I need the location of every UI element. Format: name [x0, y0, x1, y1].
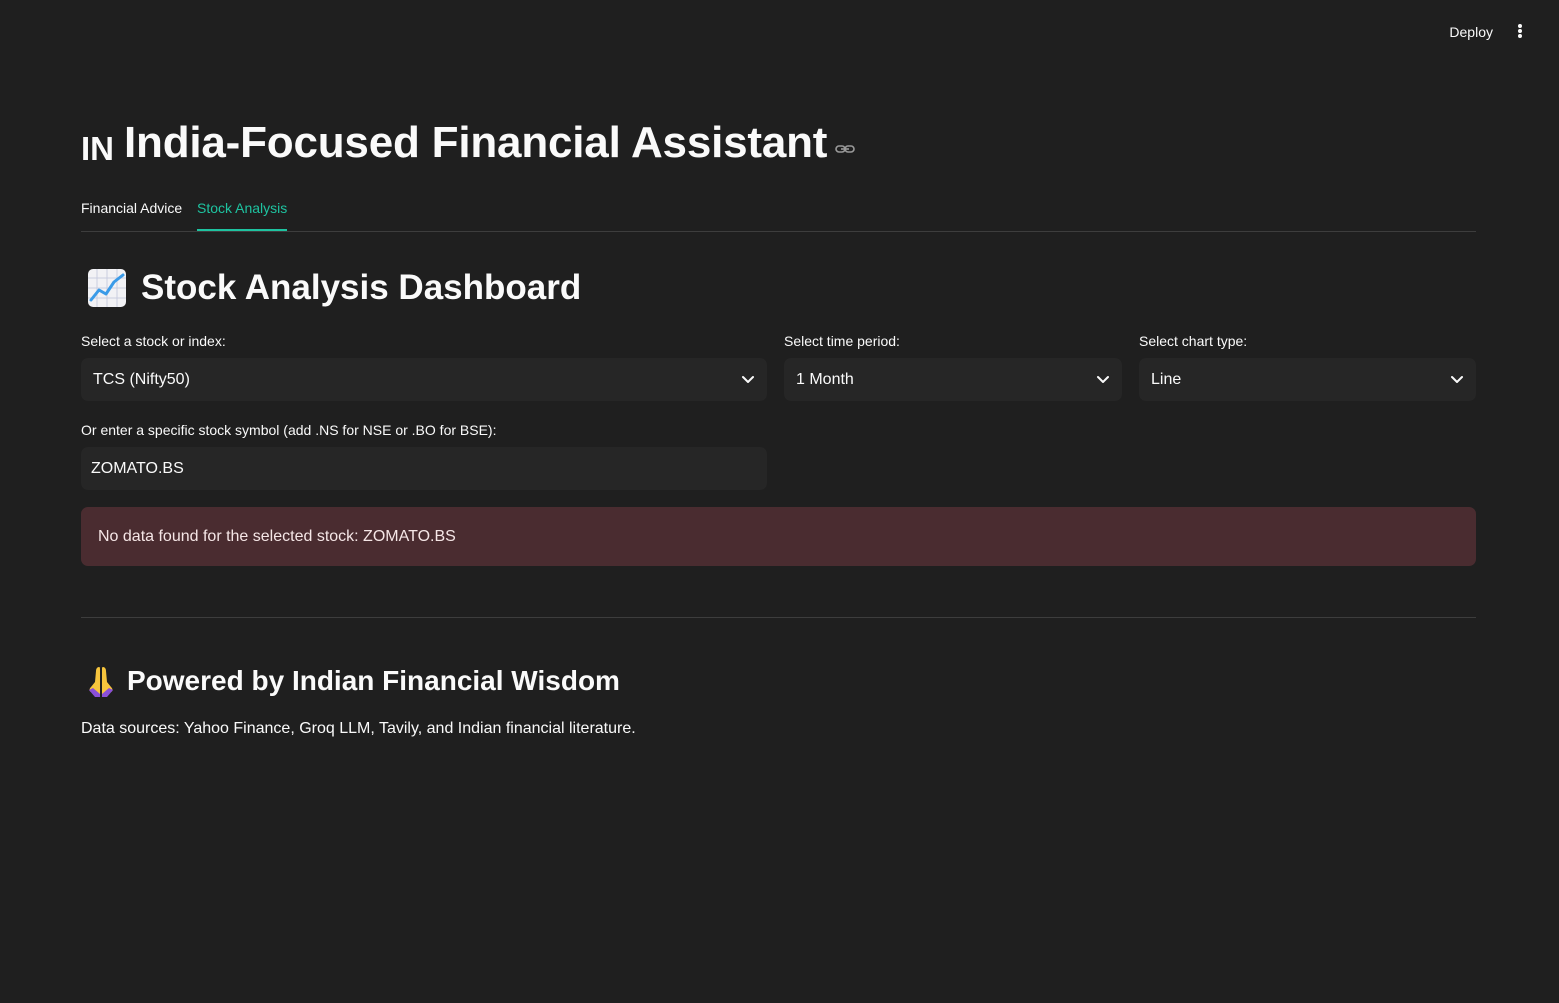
- powered-by-title: Powered by Indian Financial Wisdom: [127, 665, 620, 696]
- error-message: No data found for the selected stock: ZO…: [98, 527, 456, 545]
- tab-stock-analysis[interactable]: Stock Analysis: [197, 200, 288, 231]
- dashboard-heading: Stock Analysis Dashboard: [87, 268, 581, 308]
- stock-select-value: TCS (Nifty50): [93, 370, 190, 388]
- top-toolbar: Deploy: [0, 0, 1559, 60]
- link-icon[interactable]: [835, 142, 856, 156]
- chart-increasing-icon: [88, 269, 126, 307]
- symbol-input[interactable]: ZOMATO.BS: [81, 447, 767, 490]
- kebab-menu-icon[interactable]: [1511, 20, 1529, 42]
- chart-type-select-value: Line: [1151, 370, 1182, 388]
- divider: [81, 617, 1476, 618]
- stock-select-label: Select a stock or index:: [81, 333, 226, 349]
- page-title: India-Focused Financial Assistant: [124, 118, 828, 167]
- chevron-down-icon: [1451, 375, 1463, 383]
- period-select-label: Select time period:: [784, 333, 900, 349]
- india-flag-icon: IN: [81, 129, 114, 167]
- error-alert: No data found for the selected stock: ZO…: [81, 507, 1476, 566]
- chevron-down-icon: [742, 375, 754, 383]
- data-sources-text: Data sources: Yahoo Finance, Groq LLM, T…: [81, 720, 636, 737]
- tab-financial-advice[interactable]: Financial Advice: [81, 200, 182, 229]
- chart-type-select[interactable]: Line: [1139, 358, 1476, 401]
- chart-type-select-label: Select chart type:: [1139, 333, 1248, 349]
- powered-by-heading: Powered by Indian Financial Wisdom: [85, 664, 620, 698]
- period-select[interactable]: 1 Month: [784, 358, 1122, 401]
- deploy-button[interactable]: Deploy: [1443, 20, 1499, 44]
- folded-hands-icon: [89, 667, 113, 697]
- page-title-row: IN India-Focused Financial Assistant: [81, 118, 856, 168]
- dashboard-title: Stock Analysis Dashboard: [141, 268, 582, 307]
- chevron-down-icon: [1097, 375, 1109, 383]
- symbol-input-label: Or enter a specific stock symbol (add .N…: [81, 422, 497, 438]
- period-select-value: 1 Month: [796, 370, 854, 388]
- stock-select[interactable]: TCS (Nifty50): [81, 358, 767, 401]
- tab-bar: Financial Advice Stock Analysis: [81, 198, 1476, 232]
